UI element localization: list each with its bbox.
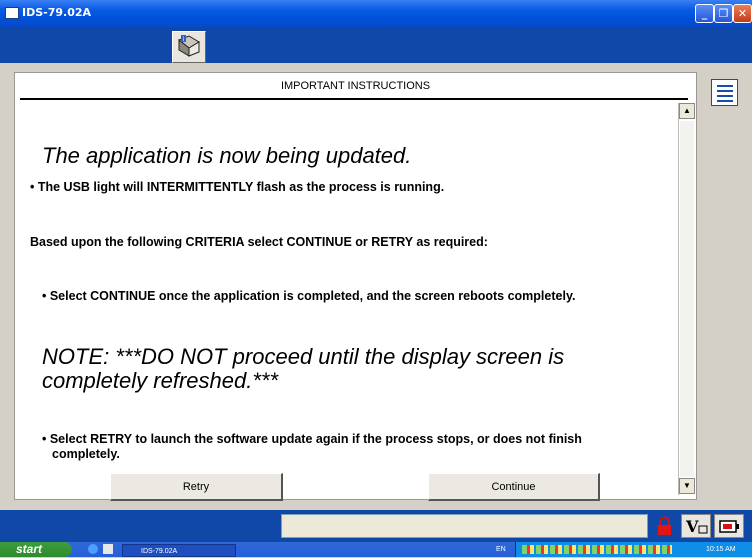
start-button[interactable]: start: [0, 542, 72, 557]
retry-button[interactable]: Retry: [110, 473, 283, 501]
clock[interactable]: 10:15 AM: [706, 542, 736, 557]
header-divider: [20, 98, 688, 100]
tray-icons[interactable]: [522, 545, 672, 554]
status-message-field: [281, 514, 648, 538]
language-indicator[interactable]: EN: [496, 542, 506, 557]
app-window-icon: [5, 7, 19, 19]
battery-icon[interactable]: [714, 514, 744, 538]
retry-bullet: • Select RETRY to launch the software up…: [42, 432, 582, 446]
book-arrow-icon[interactable]: i: [172, 31, 206, 63]
restore-button[interactable]: ❐: [714, 4, 733, 23]
retry-bullet-line-2: completely.: [52, 447, 120, 461]
scroll-track[interactable]: [680, 121, 694, 477]
vertical-scrollbar[interactable]: ▲ ▼: [678, 103, 695, 495]
bullet1-suffix: flash as the process is running.: [253, 180, 445, 194]
lock-icon[interactable]: [651, 514, 678, 538]
bullet3-prefix: • Select: [42, 432, 91, 446]
scroll-down-button[interactable]: ▼: [679, 478, 695, 494]
minimize-button[interactable]: _: [695, 4, 714, 23]
bullet1-prefix: • The USB light will: [30, 180, 147, 194]
bullet1-emphasis: INTERMITTENTLY: [146, 180, 254, 194]
svg-text:V: V: [685, 517, 699, 536]
toolbar: [0, 27, 752, 63]
note-line-1: NOTE: ***DO NOT proceed until the displa…: [42, 344, 565, 369]
taskbar-window-button[interactable]: IDS-79.02A: [122, 544, 236, 557]
browser-quicklaunch-icon[interactable]: [88, 544, 98, 554]
vehicle-v-icon[interactable]: V: [681, 514, 711, 538]
bullet3-emphasis: RETRY: [90, 432, 132, 446]
window-title: IDS-79.02A: [22, 6, 92, 19]
update-heading: The application is now being updated.: [42, 143, 412, 168]
scroll-up-button[interactable]: ▲: [679, 103, 695, 119]
desktop-quicklaunch-icon[interactable]: [103, 544, 113, 554]
continue-bullet: • Select CONTINUE once the application i…: [42, 289, 575, 303]
list-icon[interactable]: [711, 79, 738, 106]
continue-button[interactable]: Continue: [428, 473, 600, 501]
note-line-2: completely refreshed.***: [42, 368, 279, 393]
panel-header: IMPORTANT INSTRUCTIONS: [280, 80, 431, 92]
bullet3-suffix: to launch the software update again if t…: [131, 432, 582, 446]
bullet2-suffix: once the application is completed, and t…: [155, 289, 576, 303]
bullet2-prefix: • Select: [42, 289, 91, 303]
close-button[interactable]: ✕: [733, 4, 752, 23]
usb-light-bullet: • The USB light will INTERMITTENTLY flas…: [30, 180, 444, 194]
bullet2-emphasis: CONTINUE: [90, 289, 156, 303]
system-tray: EN 10:15 AM: [496, 542, 752, 557]
criteria-text: Based upon the following CRITERIA select…: [30, 235, 488, 249]
title-bar: IDS-79.02A _ ❐ ✕: [0, 0, 752, 27]
